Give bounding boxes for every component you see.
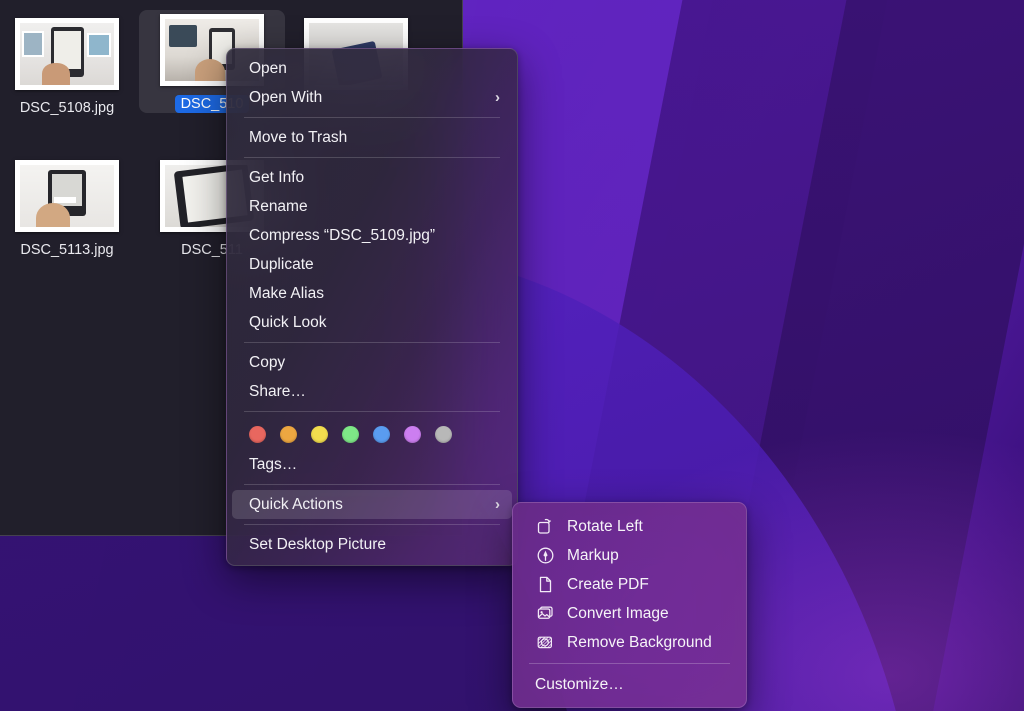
photo-stack-icon: [534, 604, 556, 624]
menu-item-label: Rename: [249, 197, 308, 215]
file-item[interactable]: DSC_5113.jpg: [0, 160, 140, 259]
menu-item-get-info[interactable]: Get Info: [232, 163, 512, 192]
tag-color-row: [227, 417, 517, 450]
menu-item-label: Move to Trash: [249, 128, 348, 146]
submenu-separator: [529, 663, 730, 664]
menu-item-open-with[interactable]: Open With ›: [232, 83, 512, 112]
menu-item-label: Tags…: [249, 455, 298, 473]
menu-item-make-alias[interactable]: Make Alias: [232, 279, 512, 308]
tag-color-orange[interactable]: [280, 426, 297, 443]
menu-item-label: Compress “DSC_5109.jpg”: [249, 226, 436, 244]
menu-separator: [244, 157, 500, 158]
submenu-item-label: Create PDF: [567, 575, 649, 593]
tag-color-red[interactable]: [249, 426, 266, 443]
submenu-item-label: Markup: [567, 546, 619, 564]
file-thumbnail: [15, 18, 119, 90]
tag-color-blue[interactable]: [373, 426, 390, 443]
menu-item-label: Get Info: [249, 168, 305, 186]
menu-item-label: Make Alias: [249, 284, 324, 302]
chevron-right-icon: ›: [495, 89, 500, 106]
menu-item-move-to-trash[interactable]: Move to Trash: [232, 123, 512, 152]
file-thumbnail: [15, 160, 119, 232]
tag-color-green[interactable]: [342, 426, 359, 443]
submenu-item-rotate-left[interactable]: Rotate Left: [518, 512, 741, 541]
submenu-item-customize[interactable]: Customize…: [518, 670, 741, 699]
remove-background-icon: [534, 633, 556, 653]
menu-separator: [244, 484, 500, 485]
menu-item-share[interactable]: Share…: [232, 377, 512, 406]
submenu-item-remove-background[interactable]: Remove Background: [518, 628, 741, 657]
file-label: DSC_5113.jpg: [20, 242, 114, 258]
rotate-left-icon: [534, 517, 556, 537]
file-label: DSC_5108.jpg: [19, 100, 115, 116]
file-item[interactable]: DSC_5108.jpg: [0, 18, 140, 117]
menu-item-label: Quick Actions: [249, 495, 343, 513]
menu-separator: [244, 524, 500, 525]
menu-item-label: Open: [249, 59, 287, 77]
menu-item-label: Share…: [249, 382, 306, 400]
menu-item-set-desktop-picture[interactable]: Set Desktop Picture: [232, 530, 512, 559]
menu-item-quick-look[interactable]: Quick Look: [232, 308, 512, 337]
markup-icon: [534, 546, 556, 566]
tag-color-purple[interactable]: [404, 426, 421, 443]
menu-item-copy[interactable]: Copy: [232, 348, 512, 377]
menu-item-label: Set Desktop Picture: [249, 535, 386, 553]
menu-item-compress[interactable]: Compress “DSC_5109.jpg”: [232, 221, 512, 250]
submenu-item-label: Remove Background: [567, 633, 712, 651]
submenu-item-label: Rotate Left: [567, 517, 643, 535]
menu-item-rename[interactable]: Rename: [232, 192, 512, 221]
menu-separator: [244, 117, 500, 118]
menu-item-tags[interactable]: Tags…: [232, 450, 512, 479]
submenu-item-label: Convert Image: [567, 604, 669, 622]
menu-separator: [244, 342, 500, 343]
menu-item-label: Open With: [249, 88, 323, 106]
submenu-item-label: Customize…: [535, 675, 624, 693]
menu-separator: [244, 411, 500, 412]
menu-item-label: Copy: [249, 353, 286, 371]
tag-color-gray[interactable]: [435, 426, 452, 443]
menu-item-label: Duplicate: [249, 255, 314, 273]
submenu-item-convert-image[interactable]: Convert Image: [518, 599, 741, 628]
submenu-item-markup[interactable]: Markup: [518, 541, 741, 570]
quick-actions-submenu[interactable]: Rotate Left Markup Create PDF Convert Im…: [512, 502, 747, 708]
submenu-item-create-pdf[interactable]: Create PDF: [518, 570, 741, 599]
document-icon: [534, 575, 556, 595]
menu-item-open[interactable]: Open: [232, 54, 512, 83]
menu-item-label: Quick Look: [249, 313, 327, 331]
menu-item-quick-actions[interactable]: Quick Actions ›: [232, 490, 512, 519]
tag-color-yellow[interactable]: [311, 426, 328, 443]
context-menu[interactable]: Open Open With › Move to Trash Get Info …: [226, 48, 518, 566]
menu-item-duplicate[interactable]: Duplicate: [232, 250, 512, 279]
chevron-right-icon: ›: [495, 496, 500, 513]
